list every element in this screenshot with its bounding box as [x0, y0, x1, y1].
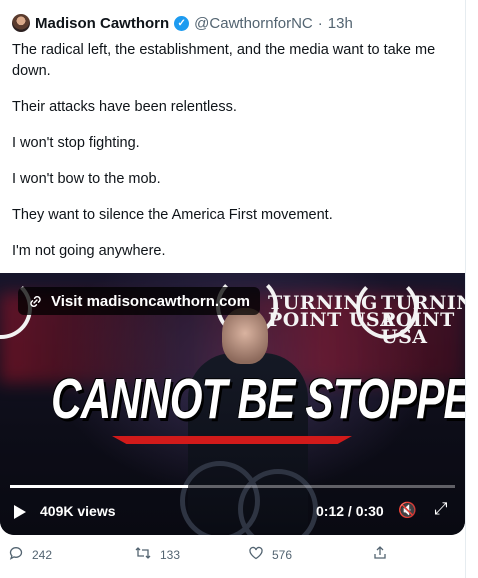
like-button[interactable]: 576 [248, 545, 292, 565]
mute-icon[interactable]: 🔇 [398, 501, 417, 519]
retweet-button[interactable]: 133 [134, 545, 180, 565]
backdrop-logo-line: POINT USA [381, 309, 455, 348]
tweet-actions: 242 133 576 [0, 545, 465, 567]
separator-dot: · [317, 14, 323, 32]
expand-icon[interactable]: ⤢ [434, 499, 448, 519]
share-button[interactable] [372, 545, 388, 565]
link-icon [30, 295, 41, 307]
visit-website-label: Visit madisoncawthorn.com [51, 292, 250, 310]
like-count: 576 [272, 548, 293, 562]
video-player[interactable]: TURNING POINT USA TURNING POINT USA Visi… [0, 273, 465, 535]
avatar[interactable] [12, 14, 30, 32]
video-progress-bar[interactable] [10, 485, 455, 488]
retweet-icon [134, 545, 152, 565]
verified-badge-icon: ✓ [174, 15, 190, 31]
view-count: 409K views [40, 503, 116, 519]
video-overlay-title: CANNOT BE STOPPED [51, 367, 465, 431]
backdrop-logo-line: POINT USA [268, 309, 396, 331]
reply-count: 242 [32, 548, 53, 562]
author-name[interactable]: Madison Cawthorn [35, 15, 169, 32]
backdrop-logo-text: TURNING POINT USA [381, 294, 465, 348]
retweet-count: 133 [160, 548, 181, 562]
reply-button[interactable]: 242 [8, 545, 52, 565]
backdrop-logo-text: TURNING POINT USA [268, 294, 396, 331]
tweet-timestamp[interactable]: 13h [328, 15, 353, 32]
speaker-head [222, 308, 268, 364]
tweet-line: I'm not going anywhere. [12, 243, 166, 259]
tweet-header: Madison Cawthorn ✓ @CawthornforNC · 13h [12, 12, 353, 34]
tweet-text: The radical left, the establishment, and… [12, 40, 452, 277]
heart-icon [248, 545, 264, 565]
video-progress-fill [10, 485, 188, 488]
author-handle[interactable]: @CawthornforNC [194, 15, 313, 32]
video-timecode: 0:12 / 0:30 [316, 503, 384, 519]
share-icon [372, 545, 388, 565]
tweet-line: I won't bow to the mob. [12, 171, 161, 187]
visit-website-link[interactable]: Visit madisoncawthorn.com [18, 287, 260, 315]
tweet[interactable]: Madison Cawthorn ✓ @CawthornforNC · 13h … [0, 0, 466, 578]
overlay-accent-bar [112, 436, 352, 444]
tweet-line: Their attacks have been relentless. [12, 99, 237, 115]
tweet-line: I won't stop fighting. [12, 135, 140, 151]
tweet-line: They want to silence the America First m… [12, 207, 333, 223]
video-controls: 409K views 0:12 / 0:30 🔇 ⤢ [0, 499, 465, 525]
play-icon[interactable] [14, 505, 26, 519]
tweet-line: The radical left, the establishment, and… [12, 42, 436, 79]
reply-icon [8, 545, 24, 565]
